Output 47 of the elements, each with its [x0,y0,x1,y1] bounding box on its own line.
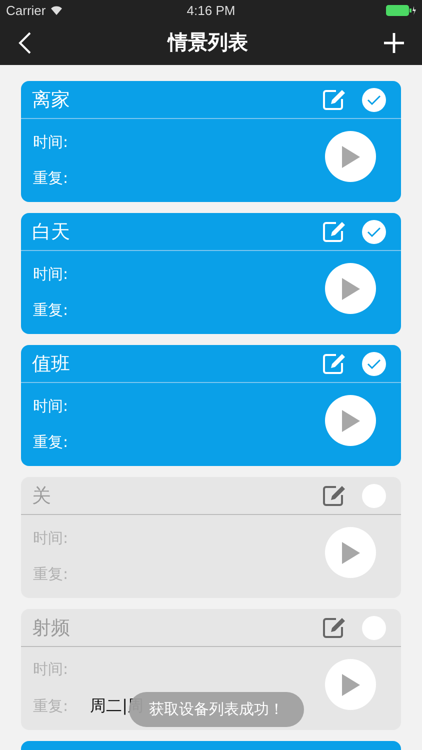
edit-button[interactable] [323,221,346,242]
edit-icon [323,353,346,374]
check-icon [367,94,381,104]
clock-text: 4:16 PM [186,2,236,18]
select-checkbox[interactable] [362,616,386,640]
play-icon [340,540,360,564]
time-label: 时间: [33,265,68,284]
edit-button[interactable] [323,617,346,638]
repeat-value: 周二|周 [90,696,144,717]
edit-icon [323,89,346,110]
check-icon [367,226,381,236]
repeat-label: 重复: [33,169,68,188]
repeat-label: 重复: [33,433,68,452]
page-title: 情景列表 [168,29,248,56]
back-icon [18,32,32,54]
battery-icon [386,4,416,16]
edit-button[interactable] [323,353,346,374]
plus-icon [384,32,404,52]
scene-name: 白天 [32,220,70,244]
repeat-label: 重复: [33,301,68,320]
play-icon [340,408,360,432]
play-button[interactable] [325,395,376,446]
add-button[interactable] [384,32,404,52]
play-icon [340,672,360,696]
play-icon [340,276,360,300]
select-checkbox[interactable] [362,484,386,508]
check-icon [367,358,381,368]
select-checkbox[interactable] [362,352,386,376]
play-button[interactable] [325,131,376,182]
time-label: 时间: [33,133,68,152]
wifi-icon [50,5,63,15]
edit-button[interactable] [323,485,346,506]
select-checkbox[interactable] [362,220,386,244]
time-label: 时间: [33,397,68,416]
edit-icon [323,617,346,638]
scene-name: 值班 [32,352,70,376]
back-button[interactable] [18,32,32,54]
scene-name: 射频 [32,616,70,640]
scene-name: 离家 [32,88,70,112]
play-icon [340,144,360,168]
edit-icon [323,221,346,242]
play-button[interactable] [325,263,376,314]
edit-button[interactable] [323,89,346,110]
carrier-text: Carrier [6,2,46,18]
edit-icon [323,485,346,506]
scene-name: 关 [32,484,51,508]
select-checkbox[interactable] [362,88,386,112]
